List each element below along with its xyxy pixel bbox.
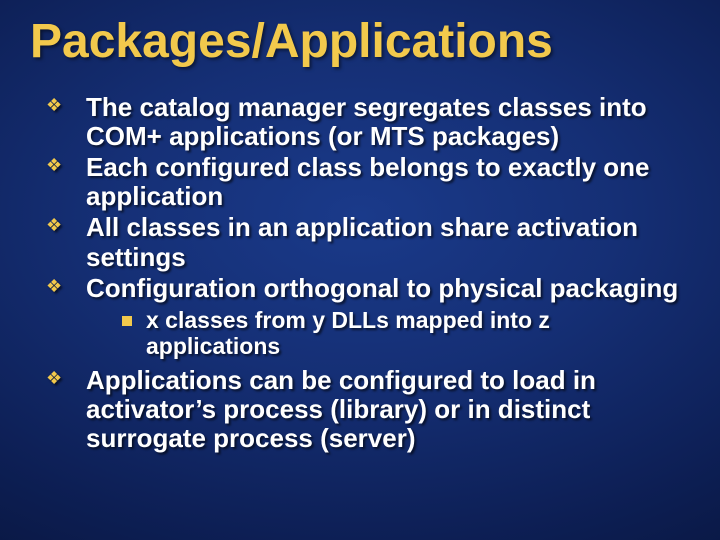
- bullet-item: Applications can be configured to load i…: [46, 366, 690, 453]
- bullet-item: All classes in an application share acti…: [46, 213, 690, 271]
- slide-title: Packages/Applications: [30, 14, 690, 69]
- bullet-text: Each configured class belongs to exactly…: [86, 152, 650, 211]
- bullet-item: Configuration orthogonal to physical pac…: [46, 274, 690, 360]
- bullet-item: The catalog manager segregates classes i…: [46, 93, 690, 151]
- sub-bullet-item: x classes from y DLLs mapped into z appl…: [118, 307, 690, 360]
- sub-bullet-list: x classes from y DLLs mapped into z appl…: [86, 307, 690, 360]
- bullet-text: Configuration orthogonal to physical pac…: [86, 273, 678, 303]
- bullet-text: The catalog manager segregates classes i…: [86, 92, 647, 151]
- bullet-list: The catalog manager segregates classes i…: [30, 93, 690, 453]
- bullet-text: All classes in an application share acti…: [86, 212, 638, 271]
- bullet-item: Each configured class belongs to exactly…: [46, 153, 690, 211]
- slide: Packages/Applications The catalog manage…: [0, 0, 720, 540]
- sub-bullet-text: x classes from y DLLs mapped into z appl…: [146, 307, 550, 359]
- bullet-text: Applications can be configured to load i…: [86, 365, 596, 453]
